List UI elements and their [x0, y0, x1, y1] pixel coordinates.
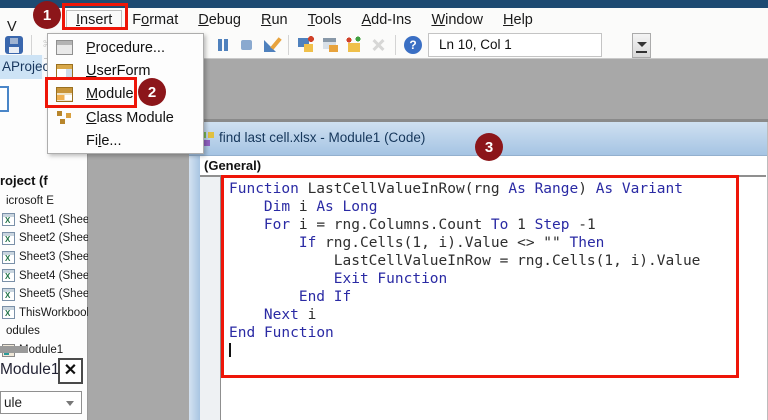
insert-menu-item-userform[interactable]: UserForm: [48, 59, 203, 82]
insert-menu-item-label: File...: [86, 133, 121, 149]
margin-indicator-bar: [200, 177, 221, 420]
code-pane[interactable]: Function LastCellValueInRow(rng As Range…: [200, 177, 766, 420]
project-tree-item-sheet1-shee[interactable]: Sheet1 (Shee: [0, 211, 88, 230]
tree-item-label: Sheet1 (Shee: [19, 214, 88, 226]
properties-window-icon[interactable]: [321, 36, 339, 54]
step-1-badge: 1: [33, 1, 61, 29]
horizontal-scrollbar-thumb[interactable]: [0, 346, 28, 353]
menu-item-window[interactable]: Window: [421, 10, 493, 30]
menubar-items: InsertFormatDebugRunToolsAdd-InsWindowHe…: [66, 10, 543, 30]
code-line: End Function: [229, 324, 700, 342]
code-line: For i = rng.Columns.Count To 1 Step -1: [229, 216, 700, 234]
properties-combo-value: ule: [4, 395, 22, 410]
design-mode-icon[interactable]: [262, 36, 280, 54]
tree-item-label: icrosoft E: [6, 195, 54, 207]
project-explorer-icon[interactable]: [297, 36, 315, 54]
vba-project-combo[interactable]: AProject: [0, 55, 44, 79]
toolbar-separator: [395, 35, 396, 55]
pause-icon[interactable]: [214, 36, 232, 54]
stop-icon[interactable]: [238, 36, 256, 54]
userform-icon: [56, 64, 73, 79]
project-tree-item-sheet4-shee[interactable]: Sheet4 (Shee: [0, 266, 88, 285]
project-panel-title: roject (f: [0, 173, 48, 188]
code-line: If rng.Cells(1, i).Value <> "" Then: [229, 234, 700, 252]
sheet-icon: [2, 251, 15, 264]
sheet-icon: [2, 213, 15, 226]
sheet-icon: [2, 269, 15, 282]
code-line: Next i: [229, 306, 700, 324]
insert-menu-item-module[interactable]: Module: [48, 83, 203, 106]
insert-menu-item-label: Module: [86, 86, 134, 102]
menu-item-run[interactable]: Run: [251, 10, 298, 30]
toolbar-separator: [288, 35, 289, 55]
project-tree-item-odules[interactable]: odules: [0, 322, 88, 341]
project-tree-item-sheet5-shee[interactable]: Sheet5 (Shee: [0, 285, 88, 304]
module-icon: [56, 87, 73, 102]
project-tree-item-sheet3-shee[interactable]: Sheet3 (Shee: [0, 248, 88, 267]
insert-menu-item-class-module[interactable]: Class Module: [48, 106, 203, 129]
menu-item-debug[interactable]: Debug: [188, 10, 251, 30]
save-icon[interactable]: [5, 36, 23, 54]
procedure-icon: [56, 40, 73, 55]
help-icon[interactable]: [404, 36, 422, 54]
toolbar-overflow-icon[interactable]: [632, 33, 651, 58]
sheet-icon: [2, 288, 15, 301]
mdi-background-left: [88, 122, 189, 420]
code-line: Function LastCellValueInRow(rng As Range…: [229, 180, 700, 198]
insert-dropdown-menu: Procedure... UserForm Module Class Module Fi…: [47, 33, 204, 154]
code-line: Dim i As Long: [229, 198, 700, 216]
object-browser-icon[interactable]: [345, 36, 363, 54]
menu-item-format[interactable]: Format: [122, 10, 188, 30]
tree-item-label: Sheet4 (Shee: [19, 270, 88, 282]
menubar: V InsertFormatDebugRunToolsAdd-InsWindow…: [0, 8, 768, 32]
chevron-down-icon: [66, 401, 74, 406]
sheet-icon: [2, 232, 15, 245]
insert-menu-item-label: UserForm: [86, 63, 150, 79]
properties-object-combo[interactable]: ule: [0, 391, 82, 414]
tree-item-label: Sheet5 (Shee: [19, 288, 88, 300]
project-tree: icrosoft E Sheet1 (Shee Sheet2 (Shee Sheet3…: [0, 192, 88, 359]
tree-item-label: ThisWorkbook: [19, 307, 88, 319]
toolbox-icon: [369, 36, 387, 54]
line-column-indicator: Ln 10, Col 1: [428, 33, 602, 57]
code-line: Exit Function: [229, 270, 700, 288]
close-icon[interactable]: ✕: [58, 358, 83, 384]
text-caret: [229, 343, 231, 357]
properties-panel-title: Module1: [0, 361, 59, 379]
class-module-icon: [56, 110, 73, 125]
insert-menu-item-label: Procedure...: [86, 40, 165, 56]
code-line: [229, 342, 700, 360]
toolbar-mid-group: [214, 35, 422, 55]
insert-menu-item-file[interactable]: File...: [48, 130, 203, 153]
code-window: find last cell.xlsx - Module1 (Code) (Ge…: [189, 122, 768, 420]
project-tree-item-thisworkbook[interactable]: ThisWorkbook: [0, 304, 88, 323]
toolbar-separator: [31, 35, 32, 55]
insert-menu-item-procedure[interactable]: Procedure...: [48, 36, 203, 59]
insert-menu-item-label: Class Module: [86, 110, 174, 126]
code-line: LastCellValueInRow = rng.Cells(1, i).Val…: [229, 252, 700, 270]
project-tree-item-icrosoft-e[interactable]: icrosoft E: [0, 192, 88, 211]
menu-item-insert[interactable]: Insert: [66, 10, 122, 30]
code-window-left-border: [189, 156, 200, 420]
project-tree-item-sheet2-shee[interactable]: Sheet2 (Shee: [0, 229, 88, 248]
menu-item-help[interactable]: Help: [493, 10, 543, 30]
step-3-badge: 3: [475, 133, 503, 161]
tree-item-label: Sheet3 (Shee: [19, 251, 88, 263]
code-line: End If: [229, 288, 700, 306]
no-icon: [56, 134, 73, 149]
code-lines: Function LastCellValueInRow(rng As Range…: [229, 180, 700, 360]
menu-item-tools[interactable]: Tools: [298, 10, 352, 30]
workbook-icon: [2, 306, 15, 319]
tree-item-label: odules: [6, 325, 40, 337]
window-titlebar-strip: [0, 0, 768, 8]
menu-item-add-ins[interactable]: Add-Ins: [351, 10, 421, 30]
step-2-badge: 2: [138, 78, 166, 106]
code-window-title: find last cell.xlsx - Module1 (Code): [219, 130, 425, 145]
tree-item-label: Sheet2 (Shee: [19, 232, 88, 244]
panel-small-box: [0, 86, 9, 112]
